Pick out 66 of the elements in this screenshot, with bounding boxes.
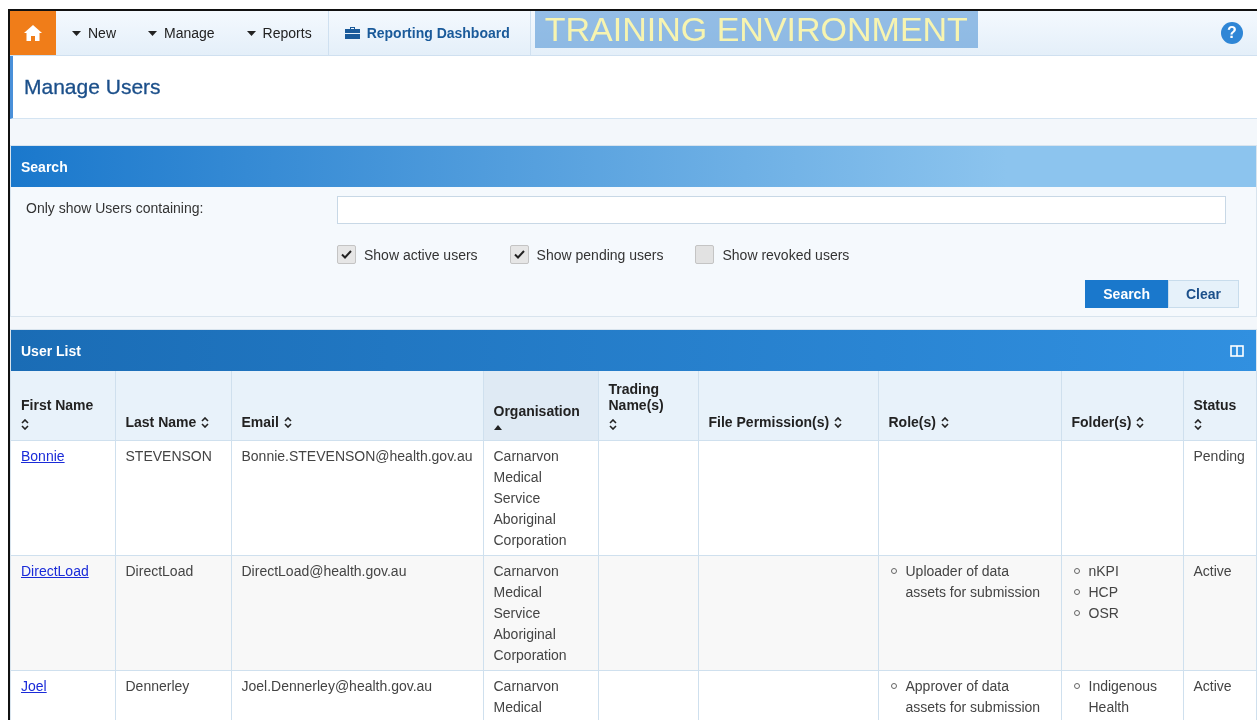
nav-menu-item[interactable]: Reports <box>230 11 328 55</box>
sort-icon <box>201 416 210 428</box>
environment-banner: TRAINING ENVIRONMENT <box>534 11 978 48</box>
caret-icon <box>148 30 157 36</box>
home-button[interactable] <box>10 11 56 55</box>
checkmark-icon <box>513 250 525 259</box>
table-cell: Active <box>1193 563 1232 579</box>
sort-icon <box>1193 419 1202 430</box>
sort-ascending-icon <box>493 425 502 430</box>
column-header[interactable]: Last Name <box>115 371 231 441</box>
house-icon <box>23 24 43 42</box>
table-cell-text: OSR <box>1088 604 1119 623</box>
search-button[interactable]: Search <box>1085 280 1168 308</box>
columns-icon[interactable] <box>1230 344 1244 357</box>
checkmark-icon <box>341 250 352 259</box>
checkbox-option[interactable]: Show revoked users <box>695 245 850 264</box>
table-cell-text: Carnarvon Medical Service Aboriginal Corporation <box>493 562 568 665</box>
checkbox-option[interactable]: Show pending users <box>509 245 664 264</box>
nav-menu-item[interactable]: New <box>56 11 132 55</box>
sort-icon <box>834 416 843 428</box>
column-header[interactable]: Status <box>1183 371 1256 441</box>
briefcase-icon <box>344 27 360 39</box>
column-header[interactable]: Folder(s) <box>1061 371 1183 441</box>
clear-button[interactable]: Clear <box>1167 280 1239 308</box>
column-header[interactable]: Trading Name(s) <box>598 371 698 441</box>
sort-icon <box>1136 416 1145 428</box>
user-name-link[interactable]: Joel <box>21 678 47 694</box>
table-cell: Bonnie.STEVENSON@health.gov.au <box>241 448 473 464</box>
sort-icon <box>940 416 949 428</box>
column-header[interactable]: Email <box>231 371 483 441</box>
table-cell-text: Carnarvon Medical <box>493 677 560 717</box>
table-cell: Active <box>1193 678 1232 694</box>
table-cell-text: Approver of data assets for submission <box>905 677 1042 717</box>
column-header[interactable]: First Name <box>11 371 115 441</box>
field-label: Only show Users containing: <box>26 199 205 218</box>
table-cell-text: nKPI <box>1088 562 1119 581</box>
panel-title: Search <box>21 158 68 175</box>
checkbox-option[interactable]: Show active users <box>337 245 478 264</box>
nav-menu-item[interactable]: Manage <box>132 11 231 55</box>
table-cell-text: Indigenous Health <box>1088 677 1158 717</box>
search-input-field[interactable] <box>337 196 1226 224</box>
help-button[interactable]: ? <box>1221 22 1243 44</box>
checkbox[interactable] <box>509 245 529 264</box>
table-cell: Pending <box>1193 448 1245 464</box>
table-cell: Dennerley <box>125 678 190 694</box>
sort-icon <box>283 416 292 428</box>
page-title: Manage Users <box>24 75 161 99</box>
sort-icon <box>21 419 29 430</box>
table-cell-text: Uploader of data assets for submission <box>905 562 1042 602</box>
user-name-link[interactable]: DirectLoad <box>21 563 89 579</box>
column-header[interactable]: Organisation <box>483 371 598 441</box>
column-header[interactable]: File Permission(s) <box>698 371 878 441</box>
table-cell-text: Carnarvon Medical Service Aboriginal Corporation <box>493 447 568 550</box>
table-cell-text: HCP <box>1088 583 1119 602</box>
sort-icon <box>608 419 617 430</box>
table-cell: Joel.Dennerley@health.gov.au <box>241 678 433 694</box>
checkbox[interactable] <box>337 245 356 264</box>
user-name-link[interactable]: Bonnie <box>21 448 65 464</box>
caret-icon <box>246 30 256 36</box>
checkbox[interactable] <box>695 245 715 264</box>
column-header[interactable]: Role(s) <box>878 371 1061 441</box>
table-cell: DirectLoad <box>125 563 194 579</box>
caret-icon <box>72 30 81 36</box>
table-cell: DirectLoad@health.gov.au <box>241 563 407 579</box>
panel-title: User List <box>21 342 81 359</box>
table-cell: STEVENSON <box>125 448 212 464</box>
